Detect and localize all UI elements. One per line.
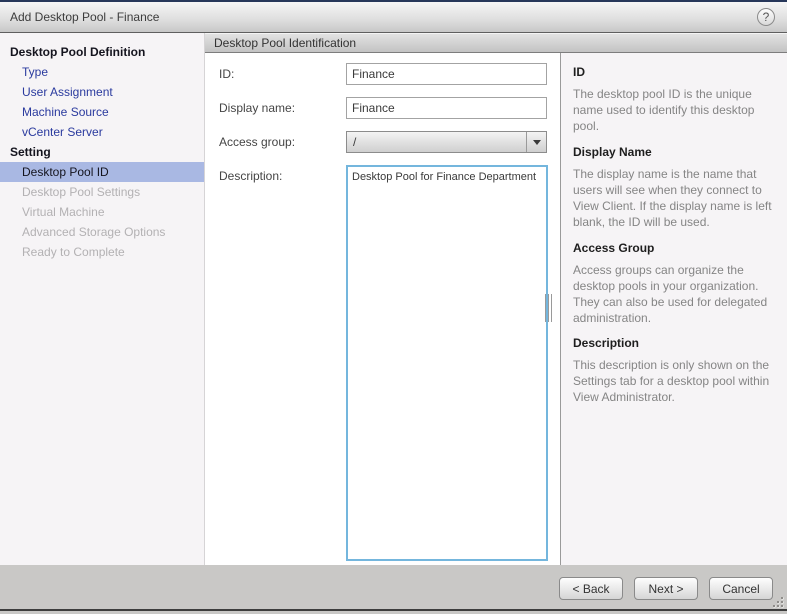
panel-splitter-handle[interactable]	[545, 294, 554, 322]
form-row-access-group: Access group: /	[219, 131, 560, 153]
nav-item-virtual-machine: Virtual Machine	[0, 202, 204, 222]
id-label: ID:	[219, 63, 346, 85]
access-group-label: Access group:	[219, 131, 346, 153]
nav-item-ready-to-complete: Ready to Complete	[0, 242, 204, 262]
wizard-buttons: < Back Next > Cancel	[559, 577, 773, 600]
nav-item-user-assignment[interactable]: User Assignment	[0, 82, 204, 102]
footer-bar: < Back Next > Cancel	[0, 565, 787, 614]
id-input[interactable]	[346, 63, 547, 85]
content-area: ID: Display name: Access group: /	[205, 53, 787, 565]
help-heading-access-group: Access Group	[573, 241, 775, 255]
pool-identification-form: ID: Display name: Access group: /	[205, 53, 560, 565]
description-label: Description:	[219, 165, 346, 561]
footer-divider	[0, 609, 787, 611]
nav-section-setting: Setting	[0, 142, 204, 162]
cancel-button[interactable]: Cancel	[709, 577, 773, 600]
access-group-select[interactable]: /	[346, 131, 547, 153]
description-textarea[interactable]: Desktop Pool for Finance Department	[346, 165, 548, 561]
title-bar: Add Desktop Pool - Finance ?	[0, 2, 787, 33]
main-panel: Desktop Pool Identification ID: Display …	[204, 33, 787, 565]
help-heading-display-name: Display Name	[573, 145, 775, 159]
chevron-down-icon[interactable]	[526, 132, 546, 152]
dialog-title: Add Desktop Pool - Finance	[10, 10, 159, 24]
help-heading-id: ID	[573, 65, 775, 79]
nav-item-desktop-pool-settings: Desktop Pool Settings	[0, 182, 204, 202]
help-text-id: The desktop pool ID is the unique name u…	[573, 87, 775, 135]
help-panel: ID The desktop pool ID is the unique nam…	[560, 53, 787, 565]
display-name-label: Display name:	[219, 97, 346, 119]
resize-grip-icon[interactable]	[772, 596, 783, 607]
nav-item-type[interactable]: Type	[0, 62, 204, 82]
nav-item-vcenter-server[interactable]: vCenter Server	[0, 122, 204, 142]
help-icon[interactable]: ?	[757, 8, 775, 26]
form-row-description: Description: Desktop Pool for Finance De…	[219, 165, 560, 561]
help-text-access-group: Access groups can organize the desktop p…	[573, 263, 775, 327]
page-title: Desktop Pool Identification	[205, 33, 787, 53]
back-button[interactable]: < Back	[559, 577, 623, 600]
next-button[interactable]: Next >	[634, 577, 698, 600]
form-row-display-name: Display name:	[219, 97, 560, 119]
help-heading-description: Description	[573, 336, 775, 350]
nav-section-desktop-pool-definition: Desktop Pool Definition	[0, 42, 204, 62]
nav-item-desktop-pool-id[interactable]: Desktop Pool ID	[0, 162, 204, 182]
help-text-description: This description is only shown on the Se…	[573, 358, 775, 406]
add-desktop-pool-dialog: Add Desktop Pool - Finance ? Desktop Poo…	[0, 0, 787, 614]
form-row-id: ID:	[219, 63, 560, 85]
help-text-display-name: The display name is the name that users …	[573, 167, 775, 231]
nav-item-advanced-storage-options: Advanced Storage Options	[0, 222, 204, 242]
nav-item-machine-source[interactable]: Machine Source	[0, 102, 204, 122]
display-name-input[interactable]	[346, 97, 547, 119]
dialog-body: Desktop Pool Definition Type User Assign…	[0, 33, 787, 565]
wizard-step-nav: Desktop Pool Definition Type User Assign…	[0, 33, 204, 565]
access-group-value: /	[347, 135, 526, 149]
